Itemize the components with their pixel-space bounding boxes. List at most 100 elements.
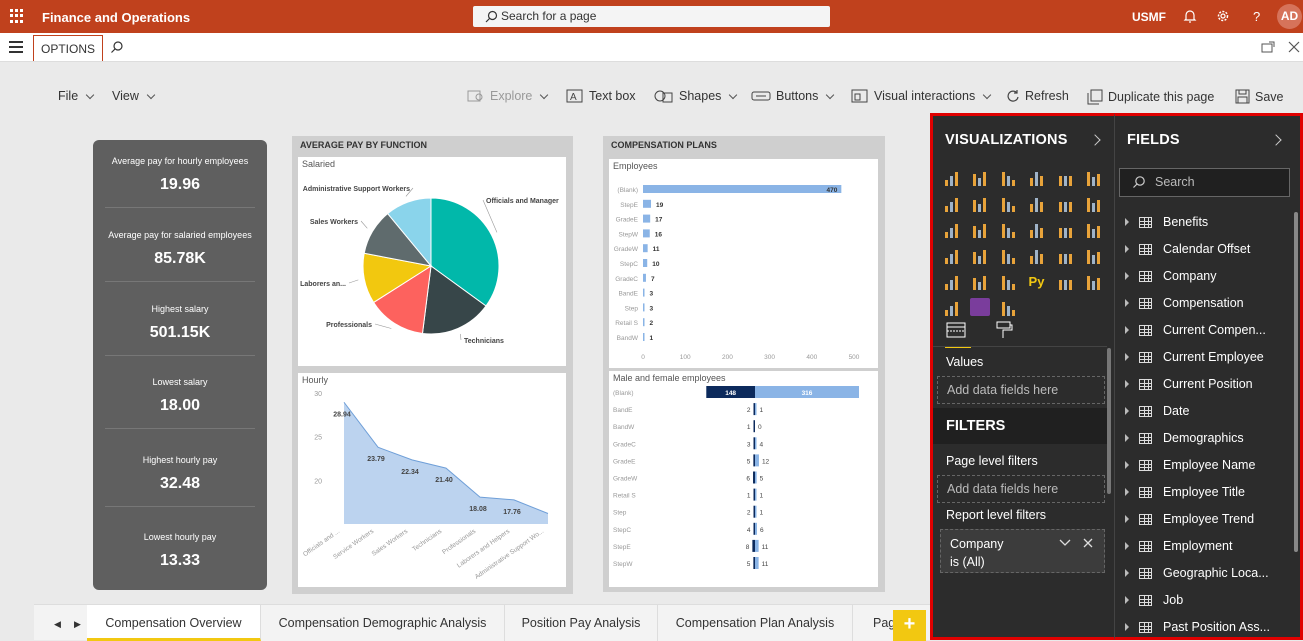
expand-icon[interactable] <box>1125 245 1129 253</box>
scatter-icon[interactable] <box>998 220 1018 238</box>
buttons-menu[interactable]: Buttons <box>751 89 835 103</box>
options-tab[interactable]: OPTIONS <box>33 35 104 61</box>
expand-icon[interactable] <box>1125 353 1129 361</box>
field-table-item[interactable]: Job <box>1125 590 1183 610</box>
expand-icon[interactable] <box>1125 515 1129 523</box>
decomposition-tree-icon[interactable] <box>1084 272 1104 290</box>
field-table-item[interactable]: Employee Title <box>1125 482 1245 502</box>
gender-bar-visual[interactable]: Male and female employees (Blank) 148 316 B… <box>609 371 878 587</box>
field-table-item[interactable]: Current Employee <box>1125 347 1264 367</box>
clustered-column-icon[interactable] <box>1027 168 1047 186</box>
pie-icon[interactable] <box>1027 220 1047 238</box>
gear-icon[interactable] <box>1215 8 1231 24</box>
tab-compensation-plan[interactable]: Compensation Plan Analysis <box>658 605 853 641</box>
global-search-input[interactable]: Search for a page <box>473 6 830 27</box>
shapes-menu[interactable]: Shapes <box>654 89 738 103</box>
tab-compensation-demographic[interactable]: Compensation Demographic Analysis <box>261 605 505 641</box>
gauge-icon[interactable] <box>998 246 1018 264</box>
user-avatar[interactable]: AD <box>1277 4 1302 29</box>
expand-icon[interactable] <box>1125 542 1129 550</box>
stacked-area-icon[interactable] <box>998 194 1018 212</box>
app-launcher-icon[interactable] <box>10 9 24 23</box>
tab-partial[interactable]: Pag <box>853 605 895 641</box>
area-chart-icon[interactable] <box>970 194 990 212</box>
employees-bar-visual[interactable]: Employees (Blank) 470 StepE 19 GradeE 17 StepW… <box>609 159 878 368</box>
add-page-button[interactable]: + <box>893 610 926 641</box>
chevron-down-icon[interactable] <box>1059 539 1071 547</box>
qa-visual-icon[interactable] <box>941 298 961 316</box>
hourly-area-visual[interactable]: Hourly 30 25 20 28.94 23.79 22.34 21.40 18.08 17… <box>298 373 566 587</box>
scrollbar[interactable] <box>1294 212 1298 552</box>
close-icon[interactable] <box>1288 41 1300 53</box>
file-menu[interactable]: File <box>58 89 95 103</box>
field-table-item[interactable]: Compensation <box>1125 293 1244 313</box>
clustered-bar-icon[interactable] <box>998 168 1018 186</box>
expand-icon[interactable] <box>1125 596 1129 604</box>
close-icon[interactable] <box>1083 538 1093 548</box>
explore-menu[interactable]: Explore <box>467 89 549 103</box>
custom-visual-icon[interactable] <box>969 298 990 316</box>
values-drop-zone[interactable]: Add data fields here <box>937 376 1105 404</box>
map-icon[interactable] <box>941 246 961 264</box>
expand-icon[interactable] <box>1125 218 1129 226</box>
line-chart-icon[interactable] <box>941 194 961 212</box>
text-box-button[interactable]: A Text box <box>566 89 636 103</box>
donut-icon[interactable] <box>1055 220 1075 238</box>
chevron-right-icon[interactable] <box>1270 134 1282 146</box>
line-column-icon[interactable] <box>1027 194 1047 212</box>
bell-icon[interactable] <box>1182 8 1198 24</box>
filled-map-icon[interactable] <box>970 246 990 264</box>
menu-icon[interactable] <box>9 41 23 56</box>
100-column-icon[interactable] <box>1084 168 1104 186</box>
expand-icon[interactable] <box>1125 380 1129 388</box>
kpi-icon[interactable] <box>1084 246 1104 264</box>
expand-icon[interactable] <box>1125 299 1129 307</box>
field-table-item[interactable]: Employment <box>1125 536 1232 556</box>
ribbon-chart-icon[interactable] <box>1084 194 1104 212</box>
expand-icon[interactable] <box>1125 407 1129 415</box>
fields-search-input[interactable]: Search <box>1119 168 1290 197</box>
100-bar-icon[interactable] <box>1055 168 1075 186</box>
multirow-card-icon[interactable] <box>1055 246 1075 264</box>
search-icon[interactable] <box>110 40 124 54</box>
waterfall-icon[interactable] <box>941 220 961 238</box>
field-table-item[interactable]: Date <box>1125 401 1189 421</box>
kpi-card[interactable]: Average pay for hourly employees 19.96 Av… <box>93 140 267 590</box>
field-table-item[interactable]: Demographics <box>1125 428 1244 448</box>
field-table-item[interactable]: Current Compen... <box>1125 320 1266 340</box>
expand-icon[interactable] <box>1125 623 1129 631</box>
view-menu[interactable]: View <box>112 89 156 103</box>
stacked-bar-icon[interactable] <box>941 168 961 186</box>
field-table-item[interactable]: Geographic Loca... <box>1125 563 1269 583</box>
funnel-icon[interactable] <box>970 220 990 238</box>
scrollbar[interactable] <box>1107 348 1111 494</box>
field-table-item[interactable]: Employee Name <box>1125 455 1255 475</box>
expand-icon[interactable] <box>1125 488 1129 496</box>
field-table-item[interactable]: Benefits <box>1125 212 1208 232</box>
tab-position-pay[interactable]: Position Pay Analysis <box>505 605 658 641</box>
field-table-item[interactable]: Calendar Offset <box>1125 239 1250 259</box>
tab-compensation-overview[interactable]: Compensation Overview <box>87 605 261 641</box>
matrix-icon[interactable] <box>998 272 1018 290</box>
company-filter-card[interactable]: Company is (All) <box>940 529 1105 573</box>
more-visuals-icon[interactable] <box>998 298 1018 316</box>
slicer-icon[interactable] <box>941 272 961 290</box>
duplicate-page-button[interactable]: Duplicate this page <box>1087 89 1214 105</box>
visual-interactions-menu[interactable]: Visual interactions <box>851 89 992 103</box>
help-icon[interactable]: ? <box>1249 8 1265 24</box>
line-clustered-icon[interactable] <box>1055 194 1075 212</box>
python-visual-icon[interactable]: Py <box>1027 272 1047 290</box>
prev-tab-icon[interactable]: ◀ <box>54 619 61 630</box>
field-table-item[interactable]: Company <box>1125 266 1217 286</box>
expand-icon[interactable] <box>1125 326 1129 334</box>
page-filters-drop-zone[interactable]: Add data fields here <box>937 475 1105 503</box>
treemap-icon[interactable] <box>1084 220 1104 238</box>
field-table-item[interactable]: Past Position Ass... <box>1125 617 1270 637</box>
chevron-right-icon[interactable] <box>1089 134 1101 146</box>
expand-icon[interactable] <box>1125 569 1129 577</box>
next-tab-icon[interactable]: ▶ <box>74 619 81 630</box>
field-table-item[interactable]: Current Position <box>1125 374 1253 394</box>
table-icon[interactable] <box>970 272 990 290</box>
stacked-column-icon[interactable] <box>970 168 990 186</box>
company-selector[interactable]: USMF <box>1132 10 1166 24</box>
